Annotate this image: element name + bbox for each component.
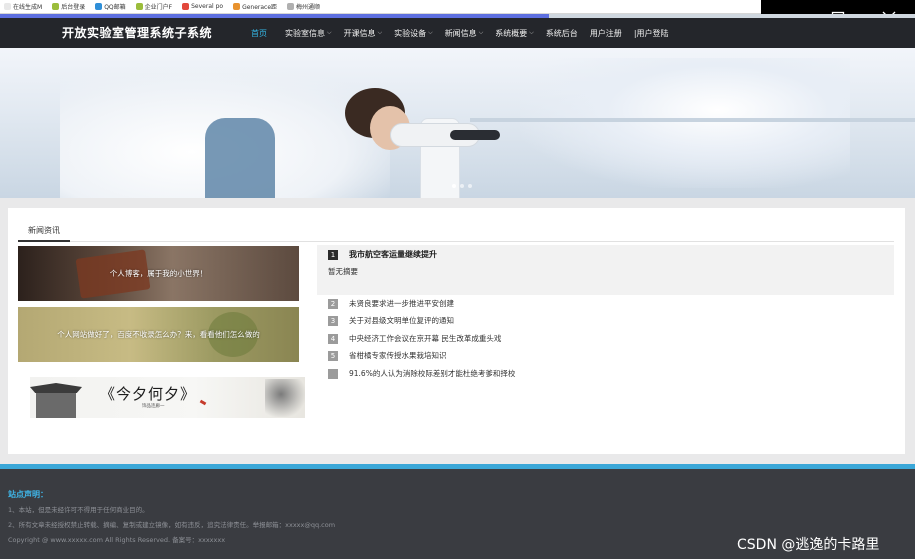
bookmark-favicon-icon <box>233 3 241 10</box>
nav-item-label: 系统后台 <box>545 28 578 38</box>
bookmark-label: 企业门户F <box>144 4 173 11</box>
bookmark-label: 在线生成M <box>13 4 43 11</box>
pagoda-illustration <box>30 383 82 418</box>
promo-caption: 个人博客，属于我的小世界！ <box>109 269 208 278</box>
bookmark-item[interactable]: 后台登录 <box>52 2 85 11</box>
ink-branch-illustration <box>265 379 305 417</box>
nav-item[interactable]: 开课信息 ⌵ <box>338 18 389 48</box>
bookmark-label: 后台登录 <box>61 4 86 11</box>
chevron-down-icon: ⌵ <box>428 29 433 36</box>
news-item[interactable]: 5 省柑橘专家传授水果栽培知识 <box>317 350 877 362</box>
rank-badge: 1 <box>328 250 338 260</box>
footer-line: 2、所有文章未经授权禁止转载、摘编、复制或建立镜像，如有违反，追究法律责任。举报… <box>8 521 336 529</box>
nav-item[interactable]: 首页 <box>251 18 273 48</box>
rank-badge: 5 <box>328 351 338 361</box>
calligraphy-subtitle: 饰品连廊一 <box>142 404 165 409</box>
main-navbar: 开放实验室管理系统子系统 首页 实验室信息 ⌵ 开课信息 ⌵ 实验设备 ⌵ 新闻信息 ⌵ 系统概要… <box>0 18 915 48</box>
bookmark-favicon-icon <box>4 3 11 10</box>
carousel-dot[interactable] <box>452 184 456 188</box>
hero-banner[interactable] <box>0 48 915 198</box>
chevron-down-icon: ⌵ <box>327 29 332 36</box>
nav-item[interactable]: 新闻信息 ⌵ <box>439 18 490 48</box>
nav-item-label: 新闻信息 <box>444 28 477 38</box>
rank-badge: 2 <box>328 299 338 309</box>
featured-news-title[interactable]: 我市航空客运量继续提升 <box>349 249 437 260</box>
nav-item[interactable]: 系统后台 <box>540 18 584 48</box>
featured-news-summary: 暂无摘要 <box>328 267 358 276</box>
news-item-title[interactable]: 关于对县级文明单位复评的通知 <box>349 315 454 327</box>
featured-news[interactable]: 1 我市航空客运量继续提升 暂无摘要 <box>317 245 894 295</box>
nav-item[interactable]: |用户登陆 <box>628 18 675 48</box>
news-item-title[interactable]: 未贤良要求进一步推进平安创建 <box>349 298 454 310</box>
news-item-title[interactable]: 省柑橘专家传授水果栽培知识 <box>349 350 447 362</box>
promo-caption: 个人网站做好了，百度不收录怎么办？来，看看他们怎么做的 <box>57 330 260 339</box>
news-tabbar: 新闻资讯 <box>18 220 894 242</box>
rank-badge: 4 <box>328 334 338 344</box>
news-item[interactable]: 2 未贤良要求进一步推进平安创建 <box>317 298 877 310</box>
bookmark-favicon-icon <box>135 3 143 10</box>
footer-stripe <box>0 464 915 469</box>
chevron-down-icon: ⌵ <box>478 29 484 36</box>
calligraphy-banner[interactable]: 《今夕何夕》 饰品连廊一 <box>30 377 305 418</box>
footer-line: 1、本站，但是未经许可不得用于任何商业目的。 <box>8 506 149 514</box>
chevron-down-icon: ⌵ <box>529 29 534 36</box>
news-item[interactable]: 4 中央经济工作会议在京开幕 民生改革成重头戏 <box>317 333 877 345</box>
nav-item-label: 首页 <box>251 28 267 38</box>
hero-scrubs <box>205 118 275 198</box>
bookmark-favicon-icon <box>95 3 103 10</box>
rank-badge: 3 <box>328 316 338 326</box>
nav-item-label: |用户登陆 <box>633 28 669 38</box>
carousel-dot[interactable] <box>468 184 472 188</box>
footer-copyright: Copyright @ www.xxxxx.com All Rights Res… <box>8 536 226 544</box>
bookmark-label: QQ邮箱 <box>104 4 126 11</box>
calligraphy-title: 《今夕何夕》 <box>100 385 197 403</box>
news-item[interactable]: 91.6%的人认为消除校际差别才能杜绝考爹和择校 <box>317 368 877 380</box>
nav-item[interactable]: 实验室信息 ⌵ <box>279 18 338 48</box>
nav-item[interactable]: 实验设备 ⌵ <box>388 18 439 48</box>
bookmark-item[interactable]: 梅州通顺 <box>287 2 320 11</box>
bookmark-favicon-icon <box>182 3 190 10</box>
bookmark-favicon-icon <box>287 3 295 10</box>
news-item[interactable]: 3 关于对县级文明单位复评的通知 <box>317 315 877 327</box>
bookmark-label: Generace距 <box>242 4 278 11</box>
nav-item[interactable]: 系统概要 ⌵ <box>489 18 540 48</box>
bookmark-item[interactable]: Generace距 <box>233 2 277 11</box>
rank-badge <box>328 369 338 379</box>
chevron-down-icon: ⌵ <box>377 29 383 36</box>
red-accent <box>199 399 207 406</box>
promo-banner-blog[interactable]: 个人博客，属于我的小世界！ <box>18 246 299 301</box>
footer-title: 站点声明： <box>8 490 48 499</box>
bookmark-item[interactable]: QQ邮箱 <box>95 2 126 11</box>
nav-menu: 首页 实验室信息 ⌵ 开课信息 ⌵ 实验设备 ⌵ 新闻信息 ⌵ 系统概要 ⌵ 系统后台 用户注册 |用户登… <box>251 18 675 48</box>
nav-item-label: 实验室信息 <box>285 28 325 38</box>
nav-item-label: 系统概要 <box>495 28 528 38</box>
hero-lab-background <box>520 58 850 188</box>
carousel-dot[interactable] <box>460 184 464 188</box>
news-item-title[interactable]: 91.6%的人认为消除校际差别才能杜绝考爹和择校 <box>349 368 515 380</box>
csdn-watermark: CSDN @逃逸的卡路里 <box>737 537 880 553</box>
news-item-title[interactable]: 中央经济工作会议在京开幕 民生改革成重头戏 <box>349 333 501 345</box>
bookmark-item[interactable]: Several po <box>182 3 223 10</box>
bookmark-label: Several po <box>191 3 224 10</box>
bookmark-favicon-icon <box>52 3 60 10</box>
bookmark-item[interactable]: 企业门户F <box>135 2 173 11</box>
nav-item-label: 实验设备 <box>394 28 427 38</box>
hero-shelf <box>470 118 915 122</box>
bookmark-label: 梅州通顺 <box>296 4 321 11</box>
nav-item[interactable]: 用户注册 <box>584 18 628 48</box>
nav-item-label: 开课信息 <box>343 28 376 38</box>
hero-microscope <box>390 108 510 198</box>
promo-banner-seo[interactable]: 个人网站做好了，百度不收录怎么办？来，看看他们怎么做的 <box>18 307 299 362</box>
tab-news[interactable]: 新闻资讯 <box>18 220 70 242</box>
news-panel: 新闻资讯 个人博客，属于我的小世界！ 个人网站做好了，百度不收录怎么办？来，看看… <box>8 208 905 454</box>
nav-item-label: 用户注册 <box>589 28 622 38</box>
carousel-dots[interactable] <box>452 184 472 188</box>
bookmark-item[interactable]: 在线生成M <box>4 2 42 11</box>
site-title[interactable]: 开放实验室管理系统子系统 <box>62 24 212 41</box>
